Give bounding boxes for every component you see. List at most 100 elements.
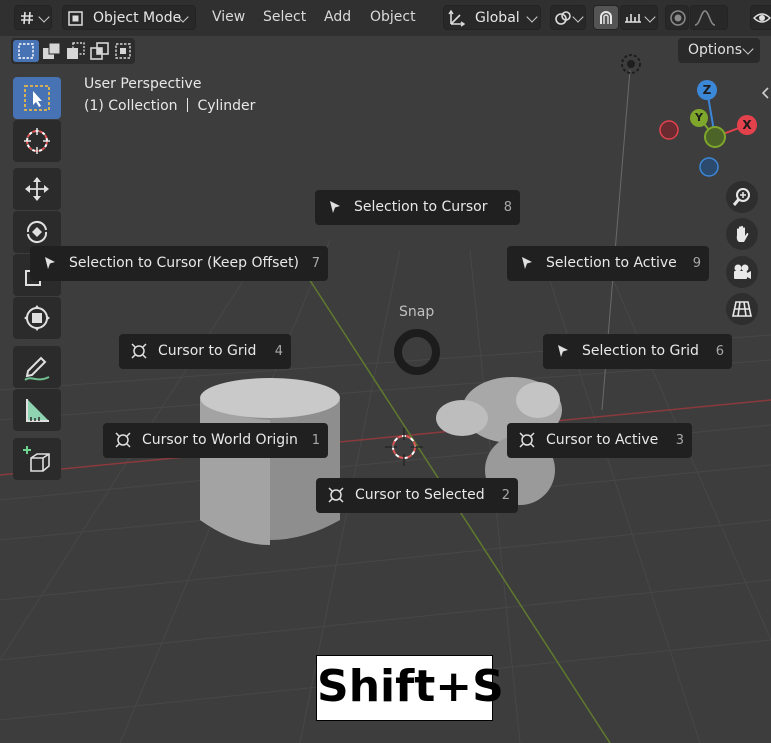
pie-item-cursor-to-active[interactable]: Cursor to Active 3: [507, 423, 692, 458]
divider: [186, 98, 188, 112]
sidebar-toggle-icon[interactable]: [760, 86, 770, 100]
tool-measure[interactable]: [13, 389, 61, 431]
editor-type-button[interactable]: [14, 5, 52, 30]
chevron-down-icon: [742, 43, 754, 55]
move-icon: [25, 177, 49, 201]
transform-icon: [24, 305, 50, 331]
pie-item-key: 6: [715, 344, 724, 359]
pie-item-label: Cursor to Selected: [355, 487, 485, 503]
pie-item-label: Cursor to World Origin: [142, 432, 298, 448]
options-label: Options: [688, 42, 743, 58]
pie-item-label: Selection to Grid: [582, 343, 699, 359]
tool-annotate[interactable]: [13, 346, 61, 388]
camera-icon: [734, 264, 751, 279]
orthographic-toggle-button[interactable]: [726, 293, 758, 325]
menu-object[interactable]: Object: [370, 5, 416, 30]
cursor-arrow-icon: [522, 257, 532, 269]
falloff-curve-icon: [694, 10, 716, 26]
options-dropdown[interactable]: Options: [678, 38, 760, 63]
pie-item-key: 8: [503, 200, 512, 215]
select-subtract-icon[interactable]: [66, 42, 86, 60]
cursor-arrow-icon: [558, 345, 568, 357]
hand-icon: [736, 225, 749, 242]
cursor-target-icon: [115, 432, 131, 448]
falloff-dropdown[interactable]: [690, 5, 728, 30]
chevron-down-icon: [644, 11, 656, 23]
select-invert-icon[interactable]: [90, 42, 110, 60]
snap-target-dropdown[interactable]: [620, 5, 658, 30]
collection-label: (1) Collection: [84, 98, 178, 114]
menu-select[interactable]: Select: [263, 5, 306, 30]
mode-dropdown[interactable]: Object Mode: [62, 5, 196, 30]
object-mode-icon: [68, 11, 83, 26]
3d-viewport-icon: [21, 11, 33, 25]
pie-item-key: 4: [274, 344, 283, 359]
select-box-icon: [24, 85, 50, 111]
select-extend-icon[interactable]: [42, 42, 62, 60]
gizmo-y-axis[interactable]: Y: [690, 109, 708, 127]
transform-orientation-label: Global: [475, 10, 520, 26]
pie-center-ring: [394, 329, 440, 375]
transform-orientation-dropdown[interactable]: Global: [443, 5, 541, 30]
cursor-icon: [24, 128, 50, 154]
magnet-icon: [600, 11, 612, 24]
tool-select-box[interactable]: [13, 77, 61, 119]
proportional-icon: [670, 10, 686, 26]
tool-move[interactable]: [13, 168, 61, 210]
annotate-icon: [24, 356, 50, 381]
menu-add[interactable]: Add: [324, 5, 351, 30]
mode-label: Object Mode: [93, 10, 182, 26]
select-intersect-icon[interactable]: [114, 42, 132, 60]
eye-icon: [753, 13, 771, 23]
pie-item-label: Selection to Active: [546, 255, 677, 271]
perspective-label: User Perspective: [84, 76, 202, 92]
cursor-target-icon: [328, 487, 344, 503]
camera-view-button[interactable]: [726, 256, 758, 288]
orientation-icon: [448, 9, 466, 27]
chevron-down-icon: [526, 11, 538, 23]
pie-item-selection-to-cursor[interactable]: Selection to Cursor 8: [315, 190, 520, 225]
pie-item-label: Cursor to Active: [546, 432, 659, 448]
select-new-button[interactable]: [13, 40, 39, 62]
menu-view[interactable]: View: [212, 5, 245, 30]
gizmo-z-axis[interactable]: Z: [697, 80, 717, 100]
pivot-icon: [555, 11, 571, 25]
pan-button[interactable]: [726, 218, 758, 250]
gizmo-x-axis[interactable]: X: [737, 115, 757, 135]
add-cube-icon: [23, 446, 50, 472]
tool-cursor[interactable]: [13, 120, 61, 162]
zoom-button[interactable]: [726, 181, 758, 213]
pie-item-cursor-to-world-origin[interactable]: Cursor to World Origin 1: [103, 423, 328, 458]
pie-item-cursor-to-grid[interactable]: Cursor to Grid 4: [119, 334, 291, 369]
shortcut-text: Shift+S: [317, 661, 504, 712]
zoom-icon: [732, 188, 750, 206]
pivot-point-dropdown[interactable]: [550, 5, 586, 30]
pie-item-label: Cursor to Grid: [158, 343, 257, 359]
tool-transform[interactable]: [13, 297, 61, 339]
pie-item-selection-to-grid[interactable]: Selection to Grid 6: [543, 334, 732, 369]
visibility-dropdown[interactable]: [750, 5, 771, 30]
pie-item-selection-to-cursor-keep-offset[interactable]: Selection to Cursor (Keep Offset) 7: [30, 246, 328, 281]
pie-item-key: 9: [692, 256, 701, 271]
shortcut-overlay: Shift+S: [316, 655, 504, 721]
pie-item-label: Selection to Cursor: [354, 199, 488, 215]
cursor-target-icon: [131, 343, 147, 359]
snap-increment-icon: [625, 14, 641, 23]
pie-item-cursor-to-selected[interactable]: Cursor to Selected 2: [316, 478, 518, 513]
measure-icon: [26, 399, 49, 422]
pie-menu-title: Snap: [399, 304, 435, 320]
pie-item-selection-to-active[interactable]: Selection to Active 9: [507, 246, 709, 281]
grid-icon: [732, 301, 752, 317]
cursor-target-icon: [519, 432, 535, 448]
tool-add-cube[interactable]: [13, 438, 61, 480]
pie-item-key: 1: [311, 433, 320, 448]
select-box-icon: [18, 43, 34, 59]
pie-item-key: 2: [501, 488, 510, 503]
viewport-header: Object Mode View Select Add Object Globa…: [0, 0, 771, 36]
snap-toggle[interactable]: [593, 5, 619, 30]
blender-window: Object Mode View Select Add Object Globa…: [0, 0, 771, 743]
selection-mode-group: [11, 38, 135, 64]
pie-item-key: 7: [311, 256, 320, 271]
chevron-down-icon: [572, 11, 584, 23]
proportional-editing-toggle[interactable]: [665, 5, 689, 30]
